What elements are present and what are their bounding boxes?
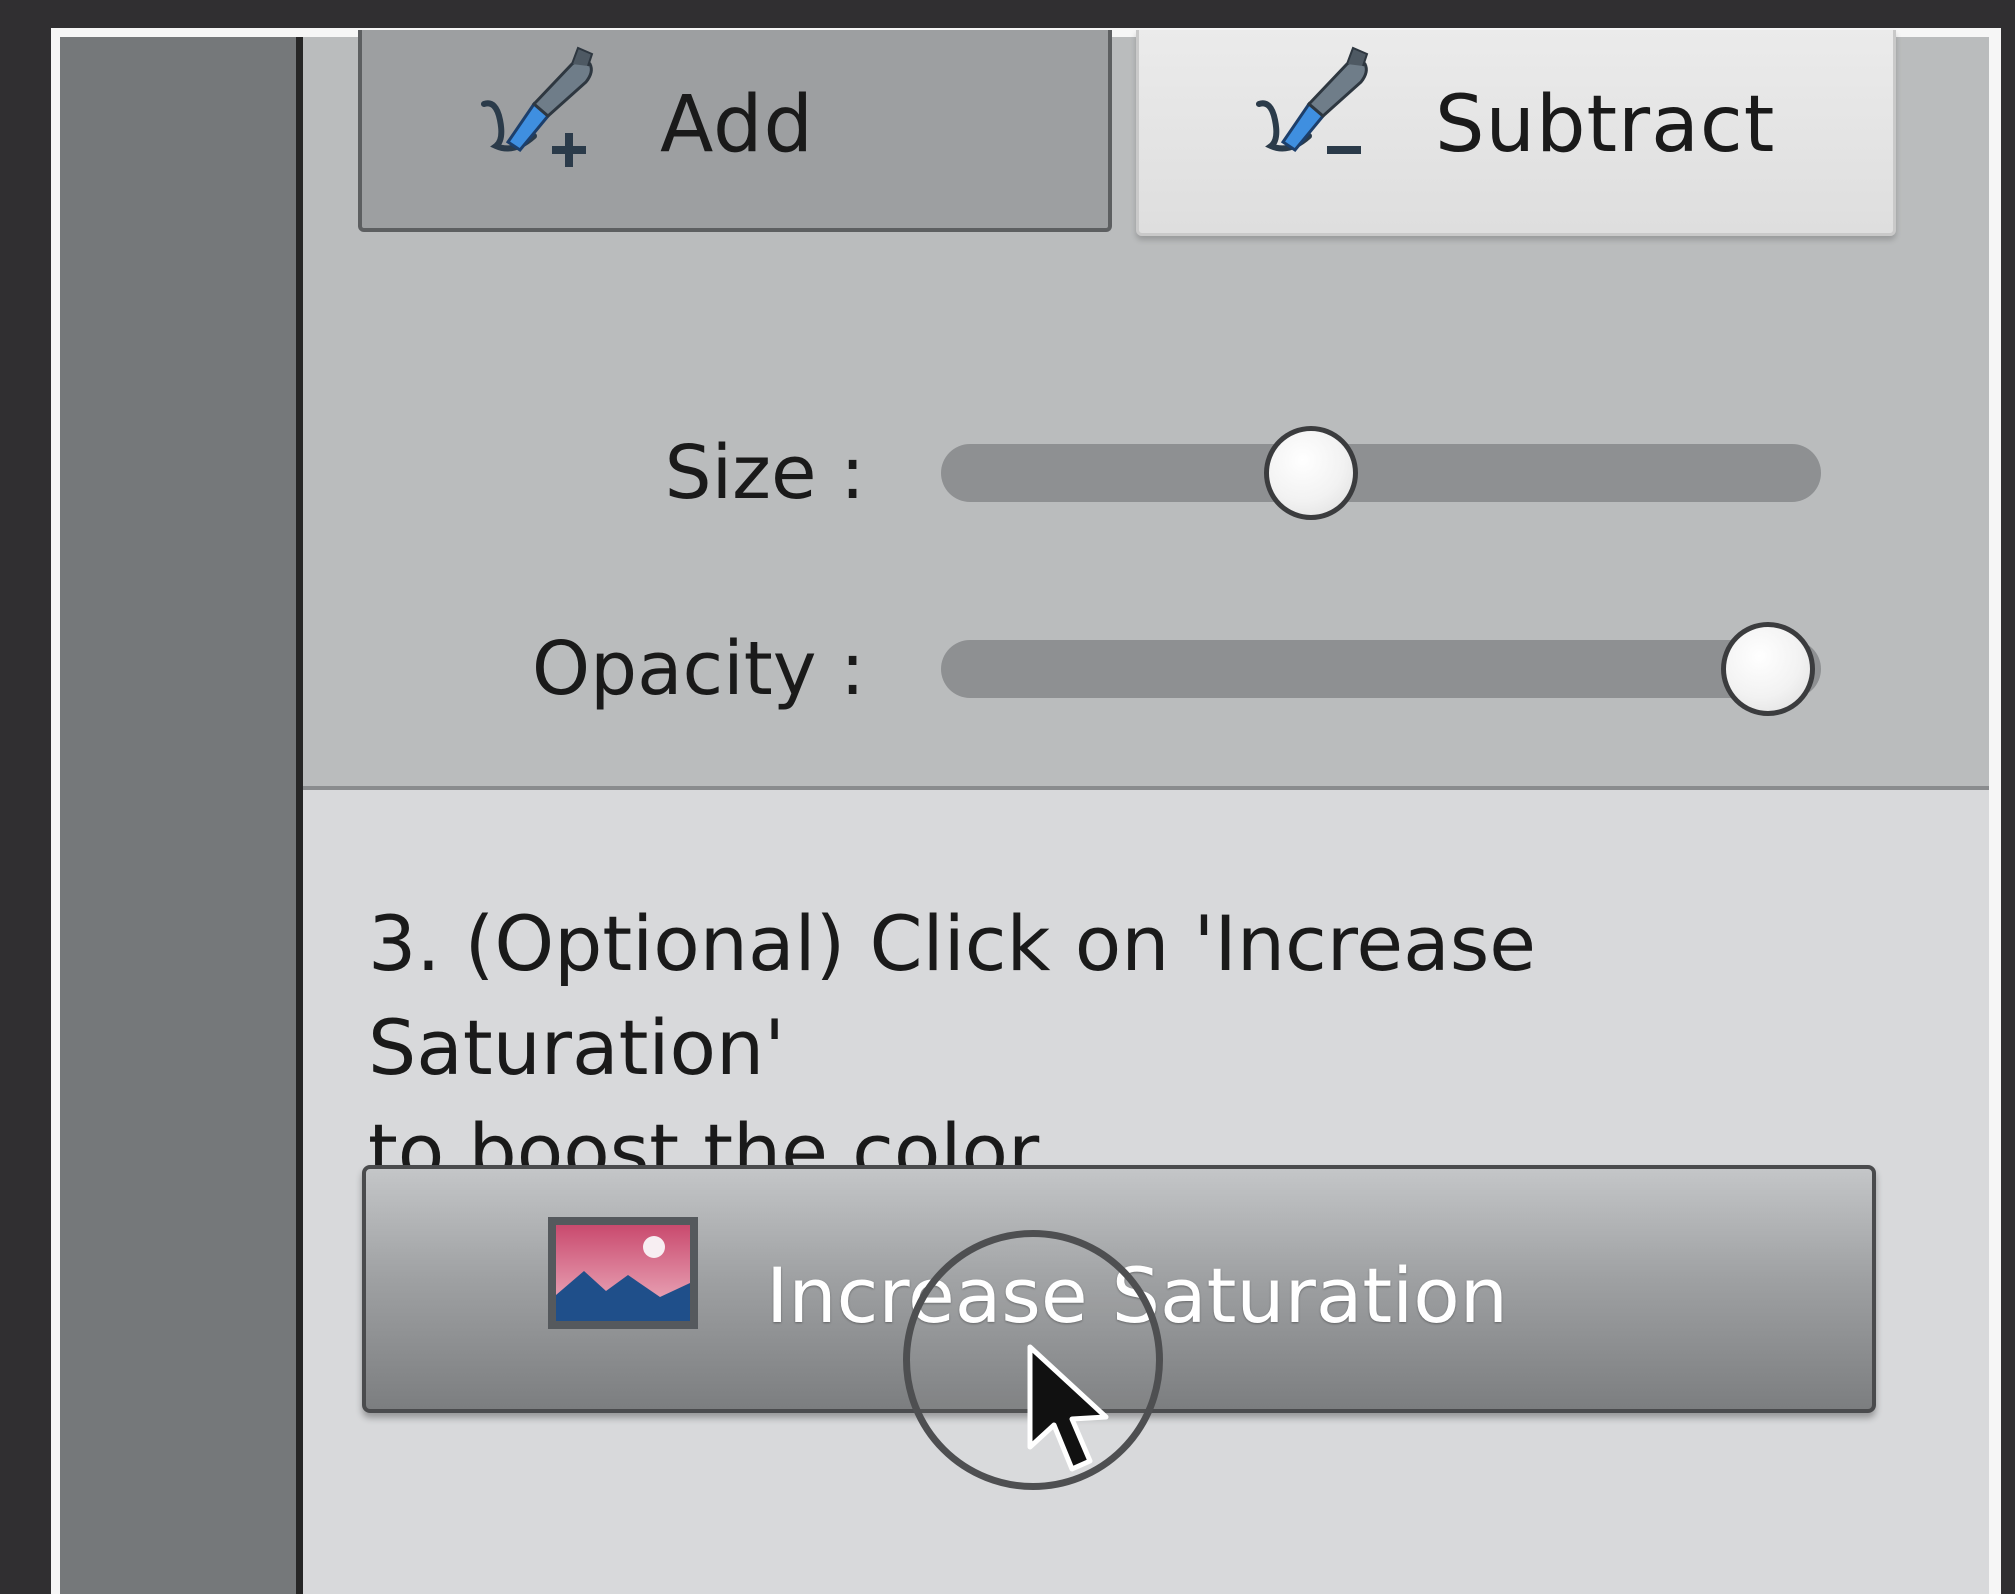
opacity-label: Opacity : <box>531 626 865 712</box>
step-3-instruction: 3. (Optional) Click on 'Increase Saturat… <box>368 892 1928 1204</box>
increase-saturation-label: Increase Saturation <box>766 1251 1508 1340</box>
brush-subtract-icon <box>1249 42 1399 192</box>
subtract-button[interactable]: Subtract <box>1136 30 1896 236</box>
instruction-line-1: 3. (Optional) Click on 'Increase Saturat… <box>368 899 1537 1092</box>
size-label: Size : <box>664 430 865 516</box>
brush-add-icon <box>474 42 624 192</box>
sidebar-divider <box>296 37 303 1594</box>
size-slider-thumb[interactable] <box>1263 426 1358 520</box>
left-sidebar <box>60 37 296 1594</box>
window-right-edge <box>1989 37 2001 1594</box>
add-button[interactable]: Add <box>358 30 1112 232</box>
increase-saturation-button[interactable]: Increase Saturation <box>362 1165 1876 1413</box>
size-slider[interactable] <box>941 426 1821 520</box>
subtract-button-label: Subtract <box>1435 80 1776 170</box>
opacity-slider[interactable] <box>941 622 1821 716</box>
add-button-label: Add <box>660 80 815 170</box>
landscape-photo-icon <box>548 1217 698 1329</box>
opacity-slider-thumb[interactable] <box>1721 622 1816 716</box>
